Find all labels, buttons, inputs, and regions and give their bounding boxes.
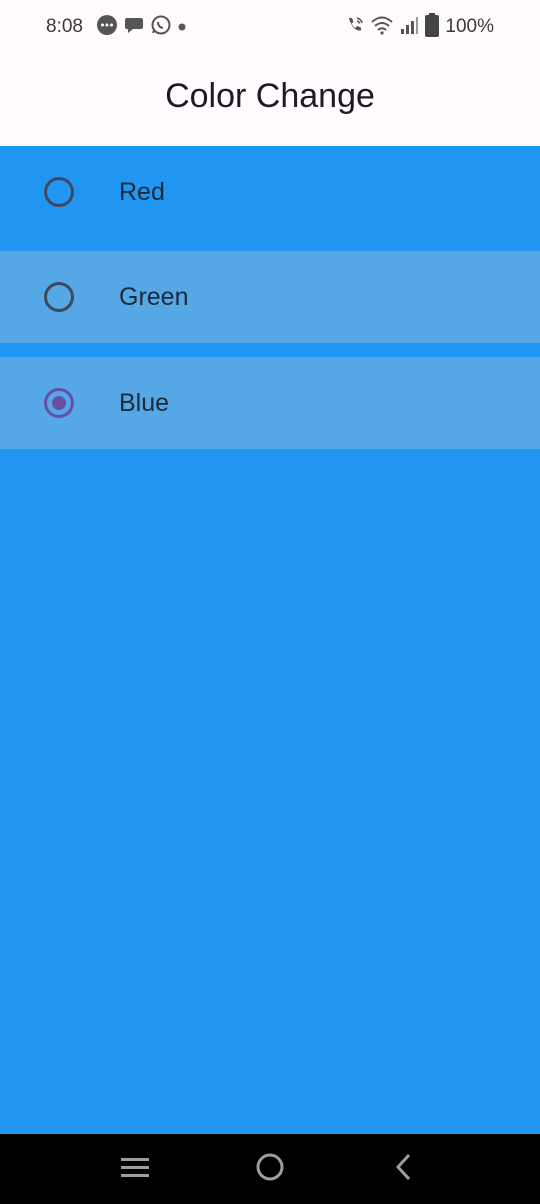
home-button[interactable] <box>250 1149 290 1189</box>
recent-apps-button[interactable] <box>115 1149 155 1189</box>
app-bar: Color Change <box>0 55 540 146</box>
page-title: Color Change <box>165 77 375 115</box>
radio-label-red: Red <box>119 177 165 206</box>
back-icon <box>394 1152 414 1187</box>
navigation-bar <box>0 1134 540 1204</box>
radio-option-green[interactable]: Green <box>0 251 540 343</box>
radio-label-blue: Blue <box>119 388 170 417</box>
wifi-icon <box>371 15 394 40</box>
radio-selected-dot <box>52 396 66 410</box>
status-bar: 8:08 100% <box>0 0 540 55</box>
whatsapp-icon <box>150 14 172 41</box>
system-icons: 100% <box>345 12 494 42</box>
recent-apps-icon <box>120 1155 150 1184</box>
radio-button-green[interactable] <box>44 282 74 312</box>
radio-button-red[interactable] <box>44 177 74 207</box>
content-area: Red Green Blue <box>0 146 540 1134</box>
status-time: 8:08 <box>46 16 83 37</box>
dot-icon <box>178 18 186 36</box>
back-button[interactable] <box>384 1149 424 1189</box>
signal-icon <box>399 15 419 40</box>
radio-option-blue[interactable]: Blue <box>0 357 540 449</box>
radio-option-red[interactable]: Red <box>0 146 540 238</box>
home-icon <box>255 1152 285 1187</box>
messages-icon <box>96 14 118 41</box>
radio-button-blue[interactable] <box>44 388 74 418</box>
notification-icons <box>96 14 186 41</box>
battery-icon <box>425 12 440 42</box>
wifi-calling-icon <box>345 15 365 40</box>
battery-percentage: 100% <box>445 16 494 37</box>
chat-icon <box>124 15 144 40</box>
radio-label-green: Green <box>119 282 189 311</box>
